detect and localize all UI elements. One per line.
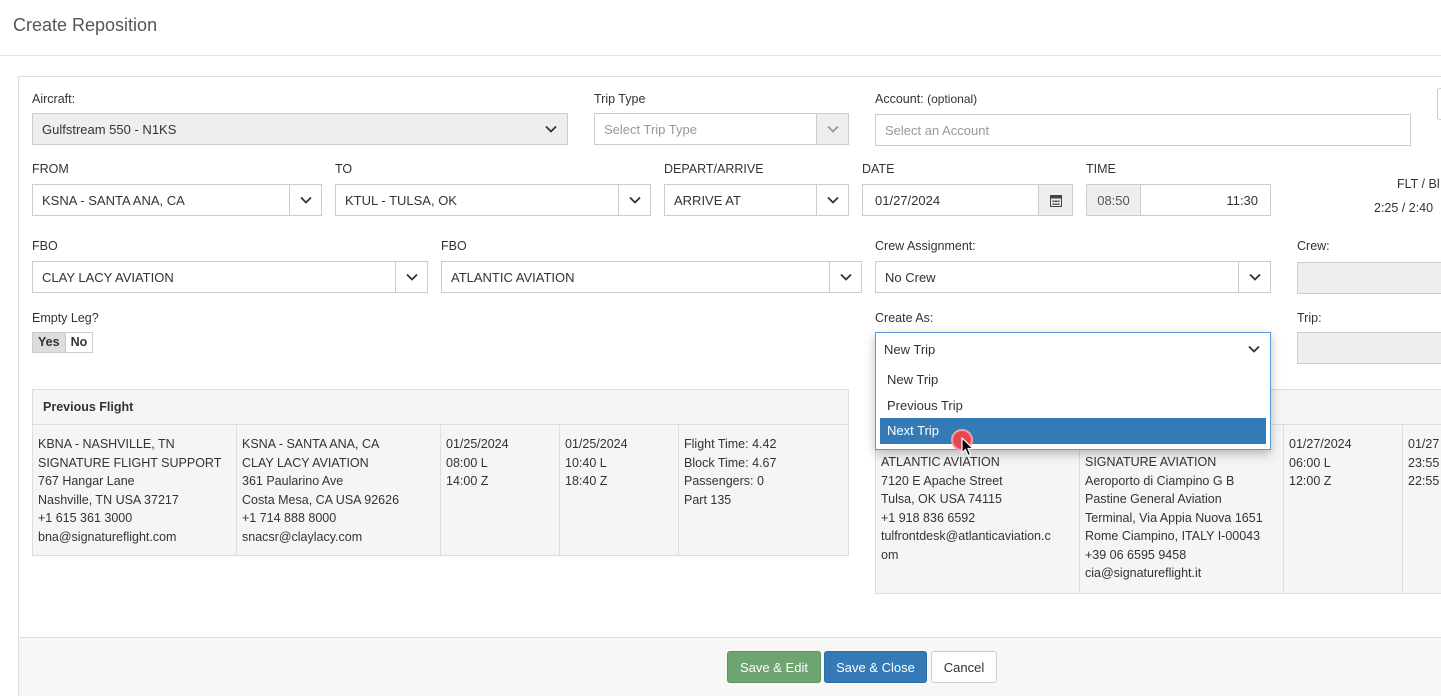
trip-field[interactable] bbox=[1297, 332, 1441, 364]
create-as-value: New Trip bbox=[884, 341, 936, 357]
create-as-label: Create As: bbox=[875, 311, 934, 325]
empty-leg-toggle[interactable]: Yes No bbox=[32, 332, 94, 353]
aircraft-select[interactable]: Gulfstream 550 - N1KS bbox=[32, 113, 568, 145]
create-as-option-previous-trip[interactable]: Previous Trip bbox=[880, 393, 1266, 419]
empty-leg-label: Empty Leg? bbox=[32, 311, 99, 325]
crew-field[interactable] bbox=[1297, 262, 1441, 294]
create-as-dropdown[interactable]: New Trip New Trip Previous Trip Next Tri… bbox=[875, 332, 1271, 450]
chevron-down-icon bbox=[829, 262, 861, 292]
trip-label: Trip: bbox=[1297, 311, 1322, 325]
create-as-select[interactable]: New Trip bbox=[876, 333, 1270, 366]
trip-type-select[interactable]: Select Trip Type bbox=[594, 113, 849, 145]
save-close-button[interactable]: Save & Close bbox=[824, 651, 927, 683]
trip-type-placeholder: Select Trip Type bbox=[604, 121, 697, 137]
depart-arrive-label: DEPART/ARRIVE bbox=[664, 162, 764, 176]
time-start-value: 08:50 bbox=[1097, 192, 1130, 208]
to-value: KTUL - TULSA, OK bbox=[345, 192, 457, 208]
time-label: TIME bbox=[1086, 162, 1116, 176]
flt-block-value: 2:25 / 2:40 bbox=[1374, 201, 1434, 215]
chevron-down-icon bbox=[535, 114, 567, 144]
time-start-input[interactable]: 08:50 bbox=[1086, 184, 1141, 216]
depart-arrive-value: ARRIVE AT bbox=[674, 192, 741, 208]
account-label-text: Account: bbox=[875, 92, 924, 106]
prev-depart-time-cell: 01/25/2024 08:00 L 14:00 Z bbox=[441, 425, 560, 555]
fbo-to-label: FBO bbox=[441, 239, 467, 253]
chevron-down-icon bbox=[1238, 262, 1270, 292]
fbo-from-label: FBO bbox=[32, 239, 58, 253]
trip-type-label: Trip Type bbox=[594, 92, 646, 106]
account-optional: (optional) bbox=[927, 92, 978, 106]
fbo-from-value: CLAY LACY AVIATION bbox=[42, 269, 174, 285]
chevron-down-icon bbox=[395, 262, 427, 292]
next-origin-cell: ATLANTIC AVIATION 7120 E Apache Street T… bbox=[876, 425, 1080, 593]
mouse-pointer-icon bbox=[961, 437, 975, 457]
aircraft-value: Gulfstream 550 - N1KS bbox=[42, 121, 177, 137]
save-edit-button[interactable]: Save & Edit bbox=[727, 651, 821, 683]
account-select[interactable]: Select an Account bbox=[875, 114, 1411, 146]
chevron-down-icon bbox=[289, 185, 321, 215]
chevron-down-icon bbox=[618, 185, 650, 215]
next-depart-time-cell: 01/27/2024 06:00 L 12:00 Z bbox=[1284, 425, 1403, 593]
time-end-value: 11:30 bbox=[1226, 192, 1258, 208]
empty-leg-no[interactable]: No bbox=[66, 333, 93, 352]
prev-origin-cell: KBNA - NASHVILLE, TN SIGNATURE FLIGHT SU… bbox=[33, 425, 237, 555]
prev-stats-cell: Flight Time: 4.42 Block Time: 4.67 Passe… bbox=[684, 437, 777, 507]
depart-arrive-select[interactable]: ARRIVE AT bbox=[664, 184, 849, 216]
date-label: DATE bbox=[862, 162, 895, 176]
chevron-down-icon bbox=[816, 114, 848, 144]
date-input[interactable]: 01/27/2024 bbox=[862, 184, 1073, 216]
crew-assignment-label: Crew Assignment: bbox=[875, 239, 976, 253]
create-as-option-next-trip[interactable]: Next Trip bbox=[880, 418, 1266, 444]
prev-destination-cell: KSNA - SANTA ANA, CA CLAY LACY AVIATION … bbox=[237, 425, 441, 555]
from-label: FROM bbox=[32, 162, 69, 176]
flt-block-label: FLT / Bl bbox=[1397, 177, 1440, 191]
next-destination-cell: SIGNATURE AVIATION Aeroporto di Ciampino… bbox=[1080, 425, 1284, 593]
next-arrive-time-cell: 01/27 23:55 22:55 bbox=[1408, 437, 1440, 488]
chevron-down-icon bbox=[816, 185, 848, 215]
title-divider bbox=[0, 55, 1441, 56]
prev-arrive-time-cell: 01/25/2024 10:40 L 18:40 Z bbox=[560, 425, 679, 555]
previous-flight-table: Previous Flight KBNA - NASHVILLE, TN SIG… bbox=[32, 389, 849, 556]
aircraft-label: Aircraft: bbox=[32, 92, 76, 106]
previous-flight-header: Previous Flight bbox=[33, 390, 848, 425]
empty-leg-yes[interactable]: Yes bbox=[33, 333, 66, 352]
chevron-down-icon bbox=[1238, 334, 1270, 364]
page-title: Create Reposition bbox=[13, 15, 158, 35]
cancel-button[interactable]: Cancel bbox=[931, 651, 997, 683]
create-as-option-new-trip[interactable]: New Trip bbox=[880, 367, 1266, 393]
fbo-to-value: ATLANTIC AVIATION bbox=[451, 269, 575, 285]
to-label: TO bbox=[335, 162, 353, 176]
date-value: 01/27/2024 bbox=[875, 192, 941, 208]
from-select[interactable]: KSNA - SANTA ANA, CA bbox=[32, 184, 322, 216]
account-placeholder: Select an Account bbox=[885, 122, 990, 138]
fbo-to-select[interactable]: ATLANTIC AVIATION bbox=[441, 261, 862, 293]
account-label: Account: (optional) bbox=[875, 92, 977, 106]
time-end-input[interactable]: 11:30 bbox=[1140, 184, 1271, 216]
fbo-from-select[interactable]: CLAY LACY AVIATION bbox=[32, 261, 428, 293]
side-toggle-button[interactable] bbox=[1437, 88, 1441, 120]
crew-assignment-value: No Crew bbox=[885, 269, 936, 285]
to-select[interactable]: KTUL - TULSA, OK bbox=[335, 184, 651, 216]
calendar-icon[interactable] bbox=[1038, 185, 1072, 215]
from-value: KSNA - SANTA ANA, CA bbox=[42, 192, 185, 208]
crew-assignment-select[interactable]: No Crew bbox=[875, 261, 1271, 293]
crew-label: Crew: bbox=[1297, 239, 1330, 253]
